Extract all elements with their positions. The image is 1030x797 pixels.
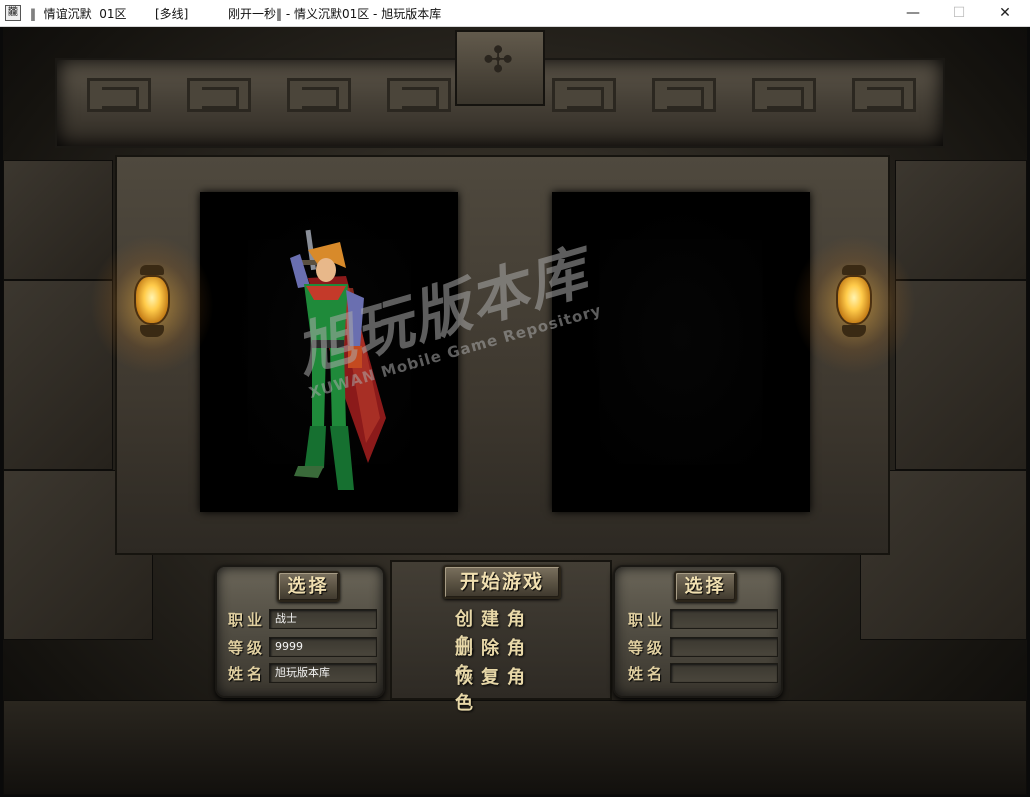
- frieze-ornament: [652, 78, 716, 112]
- title-line-type: [多线]: [155, 7, 189, 21]
- level-field-right: [670, 637, 778, 657]
- close-button[interactable]: ✕: [982, 0, 1028, 27]
- job-label-left: 职业: [228, 611, 267, 629]
- start-game-button[interactable]: 开始游戏: [443, 565, 561, 599]
- select-left-button[interactable]: 选择: [277, 571, 340, 602]
- level-label-left: 等级: [228, 639, 267, 657]
- name-label-left: 姓名: [228, 665, 267, 683]
- frieze-ornament: [287, 78, 351, 112]
- job-label-right: 职业: [628, 611, 667, 629]
- select-right-button[interactable]: 选择: [674, 571, 737, 602]
- name-field-right: [670, 663, 778, 683]
- frieze-ornament: [187, 78, 251, 112]
- delete-character-button[interactable]: 删除角色: [455, 634, 555, 685]
- lantern-icon: [90, 235, 214, 375]
- title-server: ‖ 情谊沉默 01区: [30, 7, 127, 21]
- job-field-left: 战士: [269, 609, 377, 629]
- floor-stones: [3, 700, 1027, 795]
- keystone-ornament: [455, 30, 545, 106]
- app-icon: 龖: [5, 5, 21, 21]
- frieze-ornament: [852, 78, 916, 112]
- name-label-right: 姓名: [628, 665, 667, 683]
- level-field-left: 9999: [269, 637, 377, 657]
- create-character-button[interactable]: 创建角色: [455, 605, 555, 656]
- restore-character-button[interactable]: 恢复角色: [455, 663, 555, 714]
- level-label-right: 等级: [628, 639, 667, 657]
- frieze-ornament: [87, 78, 151, 112]
- frieze-ornament: [387, 78, 451, 112]
- window-titlebar: 龖 ‖ 情谊沉默 01区 [多线] 刚开一秒‖ - 情义沉默01区 - 旭玩版本…: [0, 0, 1030, 27]
- frieze-ornament: [552, 78, 616, 112]
- frieze-ornament: [752, 78, 816, 112]
- maximize-button[interactable]: ☐: [936, 0, 982, 27]
- job-field-right: [670, 609, 778, 629]
- minimize-button[interactable]: —: [890, 0, 936, 27]
- warrior-character[interactable]: [268, 228, 388, 498]
- character-slot-right[interactable]: [552, 192, 810, 512]
- name-field-left: 旭玩版本库: [269, 663, 377, 683]
- title-full: 刚开一秒‖ - 情义沉默01区 - 旭玩版本库: [228, 7, 442, 21]
- lantern-icon: [792, 235, 916, 375]
